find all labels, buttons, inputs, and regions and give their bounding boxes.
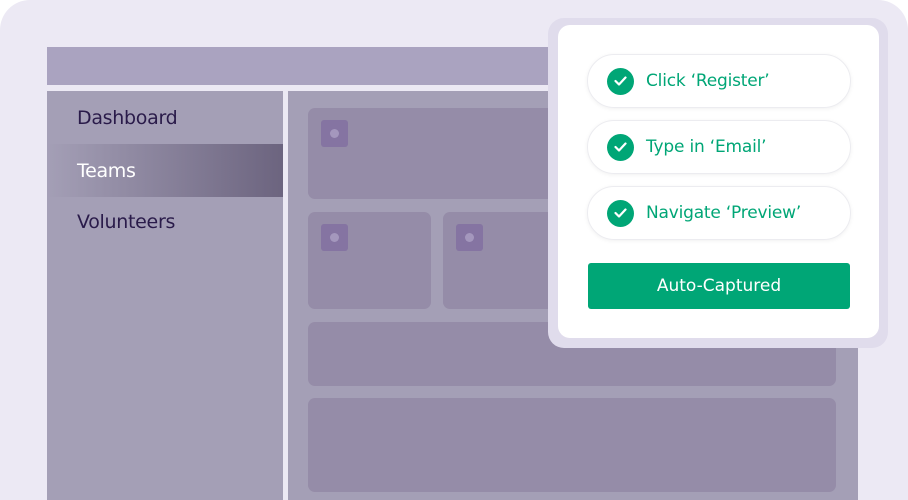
step-item: Type in ‘Email’: [587, 120, 851, 174]
sidebar-item-dashboard[interactable]: Dashboard: [47, 91, 283, 144]
placeholder-card: [308, 398, 836, 492]
step-item: Click ‘Register’: [587, 54, 851, 108]
auto-captured-button[interactable]: Auto-Captured: [588, 263, 850, 309]
sidebar-item-label: Volunteers: [77, 210, 176, 233]
sidebar-item-volunteers[interactable]: Volunteers: [47, 195, 283, 248]
placeholder-card: [308, 212, 431, 309]
illustration-stage: Dashboard Teams Volunteers Click ‘Regist…: [0, 0, 908, 500]
step-label: Click ‘Register’: [646, 71, 770, 91]
sidebar-item-label: Dashboard: [77, 106, 178, 129]
step-label: Navigate ‘Preview’: [646, 203, 802, 223]
check-circle-icon: [607, 133, 634, 161]
check-circle-icon: [607, 67, 634, 95]
capture-popup: Click ‘Register’ Type in ‘Email’ Navigat…: [558, 25, 879, 338]
sidebar-item-teams[interactable]: Teams: [47, 144, 283, 197]
step-item: Navigate ‘Preview’: [587, 186, 851, 240]
placeholder-icon: [456, 224, 483, 251]
placeholder-icon: [321, 224, 348, 251]
check-circle-icon: [607, 199, 634, 227]
step-label: Type in ‘Email’: [646, 137, 767, 157]
placeholder-icon: [321, 120, 348, 147]
sidebar-item-label: Teams: [77, 159, 136, 182]
sidebar: Dashboard Teams Volunteers: [47, 91, 283, 500]
